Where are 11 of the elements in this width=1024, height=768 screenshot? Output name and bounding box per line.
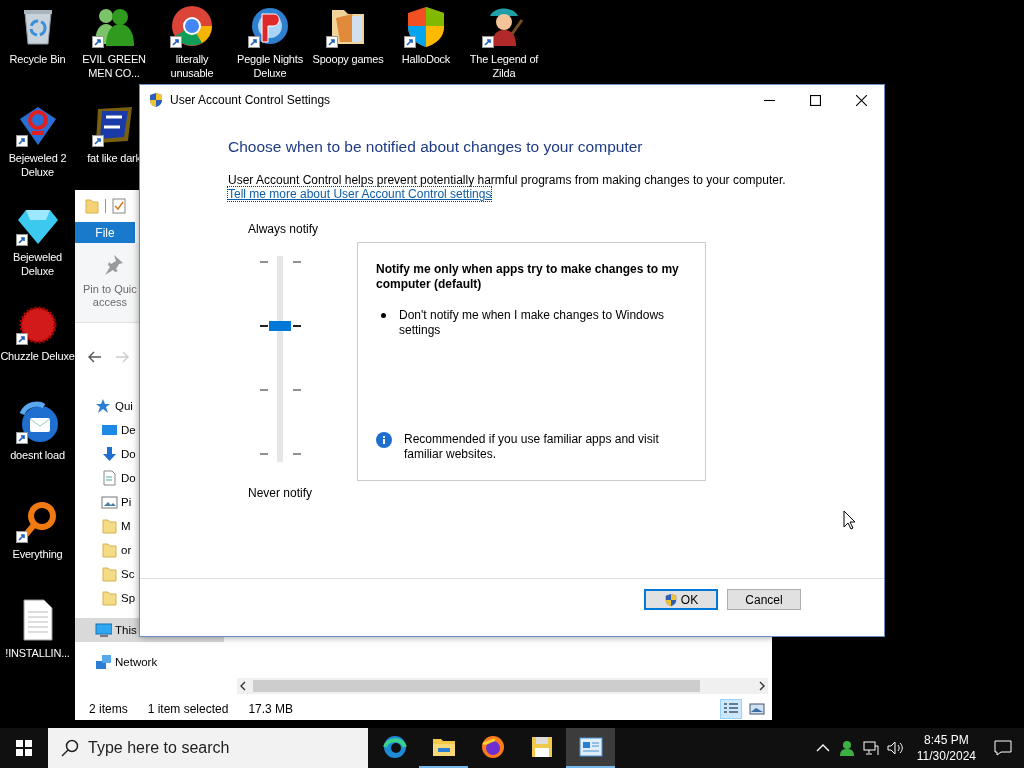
status-text: 17.3 MB (248, 702, 294, 716)
window-title: User Account Control Settings (170, 93, 331, 107)
status-text: 2 items (89, 702, 128, 716)
status-text: 1 item selected (147, 702, 229, 716)
note-text: Recommended if you use familiar apps and visit familiar websites. (404, 432, 660, 462)
slider-label: Always notify (248, 221, 319, 237)
description-text: User Account Control helps prevent potentially harmful programs from making changes to your computer. (228, 173, 787, 187)
panel-title: Notify me only when apps try to make changes to my computer (default) (376, 262, 680, 292)
bullet-text: Don't notify me when I make changes to Windows settings (399, 308, 666, 338)
slider-label: Never notify (248, 485, 313, 501)
dialog-heading: Choose when to be notified about changes to your computer (228, 137, 644, 157)
